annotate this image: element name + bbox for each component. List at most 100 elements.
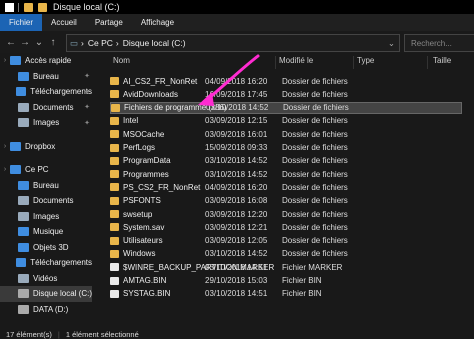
- nav-item-label: Bureau: [33, 180, 59, 190]
- nav-item[interactable]: › Dropbox: [0, 139, 92, 155]
- pin-icon[interactable]: ✦: [84, 88, 90, 96]
- file-row[interactable]: PSFONTS 03/09/2018 16:08 Dossier de fichie…: [110, 195, 462, 207]
- folder-icon: [110, 196, 119, 205]
- nav-item[interactable]: Disque local (C:): [0, 286, 92, 302]
- file-row[interactable]: PS_CS2_FR_NonRet 04/09/2018 16:20 Dossier …: [110, 181, 462, 193]
- nav-item[interactable]: Documents ✦: [0, 100, 92, 116]
- file-row[interactable]: System.sav 03/09/2018 12:21 Dossier de fic…: [110, 221, 462, 233]
- search-box[interactable]: [404, 34, 474, 52]
- file-row[interactable]: Programmes 03/10/2018 14:52 Dossier de fic…: [110, 168, 462, 180]
- file-date: 03/09/2018 16:08: [205, 196, 268, 206]
- new-folder-icon[interactable]: [24, 2, 33, 12]
- chevron-right-icon[interactable]: ›: [0, 57, 10, 64]
- file-icon: [110, 289, 119, 298]
- file-date: 04/09/2018 16:20: [205, 76, 268, 86]
- nav-item[interactable]: Vidéos: [0, 271, 92, 287]
- file-row[interactable]: Intel 03/09/2018 12:15 Dossier de fichiers: [110, 115, 462, 127]
- file-date: 03/09/2018 12:21: [205, 222, 268, 232]
- file-type: Dossier de fichiers: [282, 76, 348, 86]
- address-bar[interactable]: ▭ › Ce PC › Disque local (C:) ⌄: [66, 34, 400, 52]
- nav-item[interactable]: › Ce PC: [0, 162, 92, 178]
- nav-item[interactable]: Documents: [0, 193, 92, 209]
- chevron-right-icon[interactable]: ›: [116, 38, 119, 48]
- folder-icon: [38, 2, 47, 12]
- chevron-right-icon[interactable]: ›: [0, 143, 10, 150]
- tab-partage[interactable]: Partage: [86, 14, 132, 31]
- up-arrow-icon[interactable]: ↑: [46, 37, 60, 48]
- file-date: 15/09/2018 09:33: [205, 143, 268, 152]
- recent-dropdown-icon[interactable]: ⌄: [32, 37, 46, 48]
- file-date: 16/09/2018 17:45: [205, 89, 268, 99]
- folder-icon: [110, 130, 119, 139]
- search-input[interactable]: [409, 35, 474, 51]
- nav-item[interactable]: Objets 3D: [0, 240, 92, 256]
- chevron-right-icon[interactable]: ›: [0, 166, 10, 173]
- tab-fichier[interactable]: Fichier: [0, 14, 43, 31]
- drive-icon: [18, 304, 29, 314]
- folder-icon: [110, 236, 119, 245]
- file-row[interactable]: $WINRE_BACKUP_PARTITION.MARKER 03/10/2018…: [110, 261, 462, 273]
- file-row[interactable]: PerfLogs 15/09/2018 09:33 Dossier de fichi…: [110, 142, 462, 154]
- nav-item[interactable]: Téléchargements ✦: [0, 84, 92, 100]
- computer-icon: [10, 165, 21, 175]
- item-count: 17 élément(s): [6, 329, 52, 339]
- nav-item[interactable]: Bureau ✦: [0, 69, 92, 85]
- file-row[interactable]: Fichiers de programme (x86) 03/10/2018 14…: [110, 101, 462, 114]
- nav-item[interactable]: DATA (D:): [0, 302, 92, 318]
- nav-item[interactable]: › Accès rapide: [0, 53, 92, 69]
- file-row[interactable]: AvidDownloads 16/09/2018 17:45 Dossier de …: [110, 88, 462, 100]
- column-divider[interactable]: [353, 56, 354, 69]
- nav-item[interactable]: Musique: [0, 224, 92, 240]
- file-row[interactable]: swsetup 03/09/2018 12:20 Dossier de fichie…: [110, 208, 462, 220]
- file-row[interactable]: AI_CS2_FR_NonRet 04/09/2018 16:20 Dossier …: [110, 75, 462, 87]
- folder-icon: [110, 223, 119, 232]
- dropbox-icon: [10, 141, 21, 151]
- pin-icon[interactable]: ✦: [84, 103, 90, 111]
- documents-folder-icon: [18, 196, 29, 206]
- column-name[interactable]: Nom: [113, 56, 130, 65]
- folder-icon: [110, 170, 119, 179]
- breadcrumb-ce-pc[interactable]: Ce PC: [88, 38, 113, 48]
- nav-item[interactable]: Images: [0, 209, 92, 225]
- nav-item-label: Ce PC: [25, 165, 49, 175]
- chevron-right-icon[interactable]: ›: [81, 38, 84, 48]
- file-row[interactable]: Utilisateurs 03/09/2018 12:05 Dossier de f…: [110, 235, 462, 247]
- ribbon-tabs: Fichier Accueil Partage Affichage: [0, 14, 474, 31]
- selection-count: 1 élément sélectionné: [65, 329, 139, 339]
- chevron-down-icon[interactable]: ⌄: [388, 38, 395, 49]
- pin-icon[interactable]: ✦: [84, 119, 90, 127]
- nav-item[interactable]: Bureau: [0, 178, 92, 194]
- column-type[interactable]: Type: [357, 56, 374, 65]
- nav-item[interactable]: Téléchargements: [0, 255, 92, 271]
- file-row[interactable]: AMTAG.BIN 29/10/2018 15:03 Fichier BIN: [110, 275, 462, 287]
- download-folder-icon: [16, 258, 27, 268]
- back-arrow-icon[interactable]: ←: [4, 37, 18, 48]
- file-row[interactable]: Windows 03/10/2018 14:52 Dossier de fichie…: [110, 248, 462, 260]
- file-row[interactable]: SYSTAG.BIN 03/10/2018 14:51 Fichier BIN: [110, 288, 462, 300]
- file-date: 03/10/2018 14:51: [205, 289, 268, 299]
- file-row[interactable]: MSOCache 03/09/2018 16:01 Dossier de fichi…: [110, 128, 462, 140]
- tab-accueil[interactable]: Accueil: [42, 14, 86, 31]
- file-icon: [110, 276, 119, 285]
- properties-icon[interactable]: [5, 2, 14, 12]
- column-divider[interactable]: [275, 56, 276, 69]
- documents-folder-icon: [18, 102, 29, 112]
- column-divider[interactable]: [427, 56, 428, 69]
- pin-icon[interactable]: ✦: [84, 72, 90, 80]
- file-row[interactable]: ProgramData 03/10/2018 14:52 Dossier de fi…: [110, 155, 462, 167]
- file-date: 03/10/2018 14:51: [205, 262, 268, 272]
- objects3d-folder-icon: [18, 242, 29, 252]
- nav-item-label: Images: [33, 118, 60, 128]
- drive-icon: [17, 289, 29, 299]
- forward-arrow-icon[interactable]: →: [18, 37, 32, 48]
- pictures-folder-icon: [18, 118, 29, 128]
- address-toolbar: ← → ⌄ ↑ ▭ › Ce PC › Disque local (C:) ⌄: [0, 31, 474, 53]
- column-date[interactable]: Modifié le: [279, 56, 313, 65]
- nav-item[interactable]: Images ✦: [0, 115, 92, 131]
- breadcrumb-disque-local[interactable]: Disque local (C:): [123, 38, 186, 48]
- tab-affichage[interactable]: Affichage: [132, 14, 183, 31]
- file-date: 03/10/2018 14:52: [205, 169, 268, 179]
- file-date: 03/09/2018 12:15: [205, 116, 268, 126]
- column-size[interactable]: Taille: [433, 56, 451, 65]
